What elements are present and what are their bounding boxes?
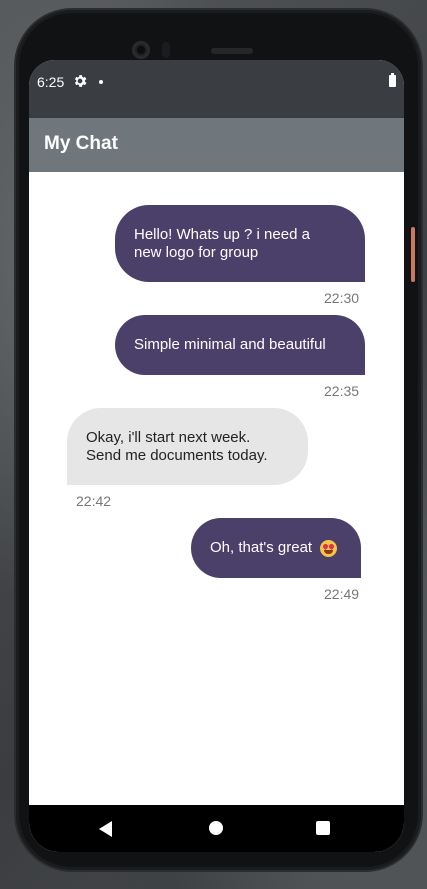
status-time: 6:25 bbox=[37, 74, 65, 90]
status-bar: 6:25 bbox=[29, 60, 404, 118]
notification-dot-icon bbox=[99, 80, 103, 84]
front-camera bbox=[132, 41, 150, 59]
heart-eyes-emoji-icon bbox=[320, 539, 338, 557]
page-title: My Chat bbox=[44, 133, 118, 154]
message-list[interactable]: Hello! Whats up ? i need a new logo for … bbox=[29, 172, 404, 805]
recents-icon[interactable] bbox=[316, 821, 330, 835]
message-bubble-outgoing[interactable]: Hello! Whats up ? i need a new logo for … bbox=[115, 205, 365, 282]
message-bubble-outgoing[interactable]: Oh, that's great bbox=[191, 518, 361, 578]
message-text: Hello! Whats up ? i need a new logo for … bbox=[134, 225, 310, 261]
message-timestamp: 22:42 bbox=[76, 493, 112, 509]
message-bubble-incoming[interactable]: Okay, i'll start next week. Send me docu… bbox=[67, 408, 308, 485]
message-text: Simple minimal and beautiful bbox=[134, 336, 326, 353]
message-timestamp: 22:35 bbox=[324, 383, 360, 399]
screen: 6:25 My Chat Hello! Whats up ? i need a … bbox=[29, 60, 404, 852]
proximity-sensor bbox=[162, 42, 170, 58]
gear-icon bbox=[74, 75, 87, 87]
back-icon[interactable] bbox=[99, 821, 112, 837]
app-bar: My Chat bbox=[29, 118, 404, 172]
navigation-bar bbox=[29, 805, 404, 852]
message-timestamp: 22:30 bbox=[324, 290, 360, 306]
message-timestamp: 22:49 bbox=[324, 586, 360, 602]
volume-key[interactable] bbox=[411, 227, 415, 282]
message-text: Oh, that's great bbox=[210, 539, 313, 556]
message-text: Okay, i'll start next week. Send me docu… bbox=[86, 428, 268, 464]
battery-icon bbox=[389, 73, 396, 87]
message-bubble-outgoing[interactable]: Simple minimal and beautiful bbox=[115, 315, 365, 375]
home-icon[interactable] bbox=[209, 821, 223, 835]
earpiece-speaker bbox=[211, 48, 253, 54]
